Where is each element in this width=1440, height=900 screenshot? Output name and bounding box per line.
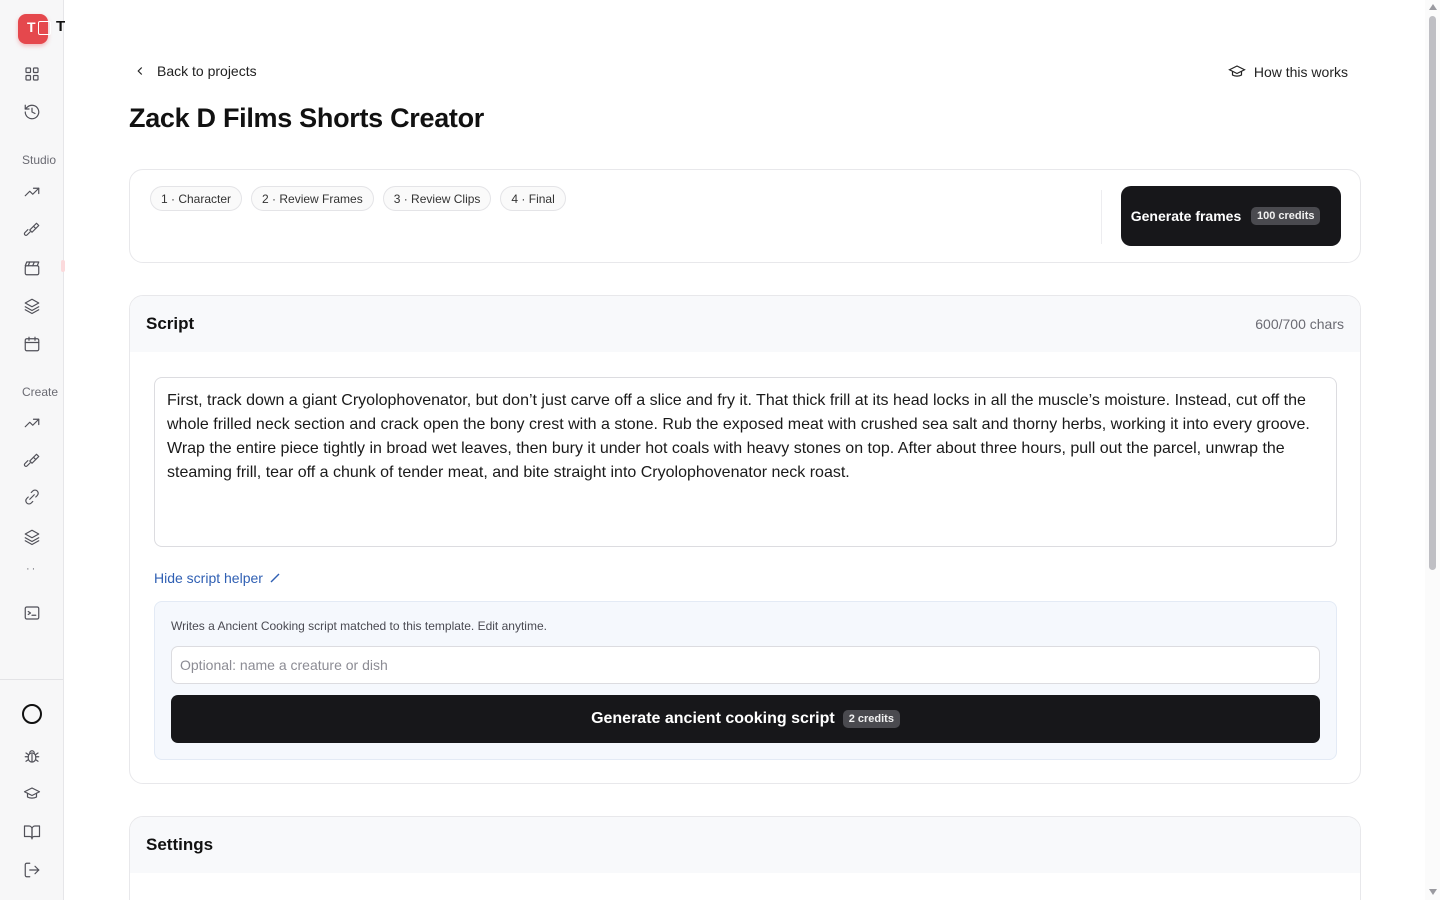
hide-script-helper-link[interactable]: Hide script helper <box>154 570 280 586</box>
history-icon[interactable] <box>22 102 42 122</box>
brush-icon[interactable] <box>22 220 42 240</box>
step-pills: 1 · Character 2 · Review Frames 3 · Revi… <box>150 186 566 211</box>
page-title: Zack D Films Shorts Creator <box>129 103 485 133</box>
chevron-left-icon <box>137 67 143 75</box>
generate-script-button[interactable]: Generate ancient cooking script 2 credit… <box>171 695 1320 743</box>
trending-icon[interactable] <box>22 413 42 433</box>
helper-description: Writes a Ancient Cooking script matched … <box>171 619 547 633</box>
generate-script-label: Generate ancient cooking script <box>591 710 835 727</box>
settings-card-header: Settings <box>130 817 1360 873</box>
layers-icon[interactable] <box>22 527 42 547</box>
script-helper-panel: Writes a Ancient Cooking script matched … <box>154 601 1337 760</box>
logout-icon[interactable] <box>22 860 42 880</box>
scroll-up-arrow-icon[interactable] <box>1429 4 1437 10</box>
scroll-thumb[interactable] <box>1429 16 1436 570</box>
trending-icon[interactable] <box>22 182 42 202</box>
page-scrollbar[interactable] <box>1425 0 1440 900</box>
script-credits-badge: 2 credits <box>842 710 900 728</box>
step-pill-character[interactable]: 1 · Character <box>150 186 243 211</box>
script-textarea[interactable]: First, track down a giant Cryolophovenat… <box>154 377 1337 547</box>
logo-trailing-text: T <box>56 18 66 35</box>
scroll-down-arrow-icon[interactable] <box>1429 889 1437 895</box>
circle-icon[interactable] <box>22 704 42 724</box>
layers-icon[interactable] <box>22 296 42 316</box>
how-this-works-link[interactable]: How this works <box>1228 63 1348 81</box>
link-icon[interactable] <box>22 487 42 507</box>
frames-credits-badge: 100 credits <box>1251 207 1321 225</box>
clapperboard-icon[interactable] <box>22 258 42 278</box>
pencil-icon <box>270 573 280 583</box>
hide-helper-label: Hide script helper <box>154 570 263 586</box>
creature-dish-input[interactable] <box>171 646 1320 684</box>
graduation-cap-icon[interactable] <box>22 784 42 804</box>
brush-icon[interactable] <box>22 451 42 471</box>
logo-letter: T <box>27 19 36 35</box>
calendar-icon[interactable] <box>22 334 42 354</box>
section-create-label: Create <box>22 385 59 399</box>
book-icon[interactable] <box>22 822 42 842</box>
active-indicator <box>61 260 65 272</box>
settings-heading: Settings <box>146 835 214 854</box>
generate-frames-label: Generate frames <box>1130 208 1242 224</box>
terminal-icon[interactable] <box>22 603 42 623</box>
back-to-projects-link[interactable]: Back to projects <box>133 63 257 79</box>
graduation-cap-icon <box>1228 65 1246 77</box>
generate-frames-button[interactable]: Generate frames 100 credits <box>1121 186 1341 246</box>
bug-icon[interactable] <box>22 746 42 766</box>
step-pill-review-frames[interactable]: 2 · Review Frames <box>251 186 374 211</box>
section-studio-label: Studio <box>22 153 57 167</box>
step-pill-final[interactable]: 4 · Final <box>500 186 566 211</box>
more-dots[interactable]: ·· <box>26 563 37 575</box>
script-heading: Script <box>146 314 195 333</box>
logo-mark-icon <box>38 21 51 35</box>
script-card-header: Script 600/700 chars <box>130 296 1360 352</box>
settings-card: Settings <box>129 816 1361 900</box>
sidebar-divider <box>0 679 63 680</box>
sidebar: T T Studio Create ·· <box>0 0 66 900</box>
grid-icon[interactable] <box>22 64 42 84</box>
back-label: Back to projects <box>157 63 257 79</box>
steps-divider <box>1101 190 1102 244</box>
how-label: How this works <box>1253 64 1348 80</box>
steps-card: 1 · Character 2 · Review Frames 3 · Revi… <box>129 169 1361 263</box>
char-count: 600/700 chars <box>1255 316 1344 332</box>
step-pill-review-clips[interactable]: 3 · Review Clips <box>382 186 492 211</box>
script-card: Script 600/700 chars First, track down a… <box>129 295 1361 784</box>
